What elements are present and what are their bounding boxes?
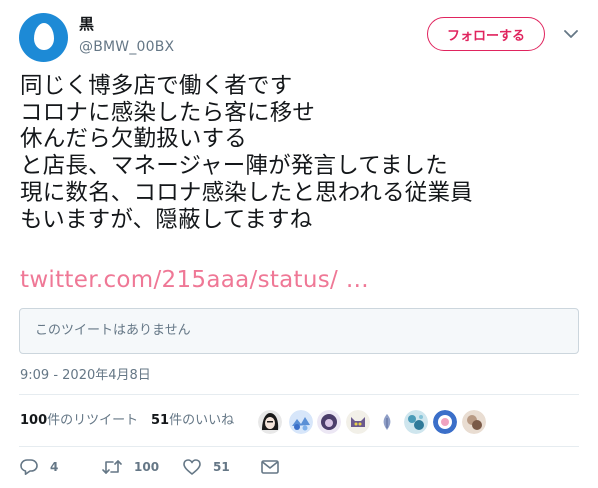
liker-avatar-4[interactable] [346, 410, 370, 434]
liker-avatar-3[interactable] [317, 410, 341, 434]
user-avatar[interactable] [19, 13, 68, 62]
liker-avatar-8[interactable] [462, 410, 486, 434]
retweet-icon [102, 458, 122, 476]
tweet-text-line: もいますが、隠蔽してますね [20, 206, 313, 233]
divider [19, 446, 579, 447]
user-handle[interactable]: @BMW_00BX [79, 37, 174, 57]
retweet-stat[interactable]: 100件のリツイート [20, 412, 138, 430]
tweet-header: 黒 @BMW_00BX フォローする [19, 10, 598, 64]
like-stat-count: 51 [151, 413, 170, 428]
tweet-actions: 4 100 51 [20, 457, 580, 477]
retweet-stat-count: 100 [20, 413, 48, 428]
like-count: 51 [213, 460, 230, 474]
like-stat[interactable]: 51件のいいね [151, 412, 234, 430]
liker-avatar-6[interactable] [404, 410, 428, 434]
more-options-chevron-down-icon[interactable] [562, 25, 580, 43]
envelope-icon [261, 459, 279, 475]
quoted-tweet-link[interactable]: twitter.com/215aaa/status/ … [20, 265, 369, 295]
display-name[interactable]: 黒 [79, 15, 174, 33]
follow-button[interactable]: フォローする [427, 17, 545, 51]
liker-avatar-5[interactable] [375, 410, 399, 434]
default-egg-avatar-icon [34, 23, 54, 50]
liker-avatar-2[interactable] [289, 410, 313, 434]
quoted-tweet-unavailable: このツイートはありません [19, 308, 579, 354]
reply-button[interactable]: 4 [20, 457, 58, 477]
liker-avatar-1[interactable] [258, 410, 282, 434]
like-button[interactable]: 51 [183, 457, 230, 477]
tweet-timestamp[interactable]: 9:09 - 2020年4月8日 [20, 367, 151, 385]
tweet-text-line: 同じく博多店で働く者です [20, 73, 293, 99]
liker-avatar-7[interactable] [433, 410, 457, 434]
retweet-button[interactable]: 100 [102, 457, 159, 477]
heart-icon [183, 458, 201, 476]
tweet-text-line: と店長、マネージャー陣が発言してました [20, 153, 448, 180]
tweet-text: 同じく博多店で働く者です コロナに感染したら客に移せ 休んだら欠勤扱いする と店長、マ… [20, 73, 590, 233]
retweet-stat-label: 件のリツイート [47, 413, 139, 428]
reply-icon [20, 458, 38, 476]
user-names: 黒 @BMW_00BX [79, 15, 174, 57]
tweet-text-line: 休んだら欠勤扱いする [20, 126, 248, 153]
direct-message-button[interactable] [261, 457, 279, 477]
tweet-text-line: 現に数名、コロナ感染したと思われる従業員 [20, 179, 473, 206]
like-stat-label: 件のいいね [169, 413, 235, 428]
retweet-count: 100 [134, 460, 160, 474]
reply-count: 4 [50, 460, 59, 474]
quoted-tweet-message: このツイートはありません [35, 323, 191, 338]
tweet-text-line: コロナに感染したら客に移せ [20, 99, 316, 126]
divider [19, 394, 579, 395]
tweet-card: 黒 @BMW_00BX フォローする 同じく博多店で働く者です コロナに感染したら… [0, 0, 598, 488]
